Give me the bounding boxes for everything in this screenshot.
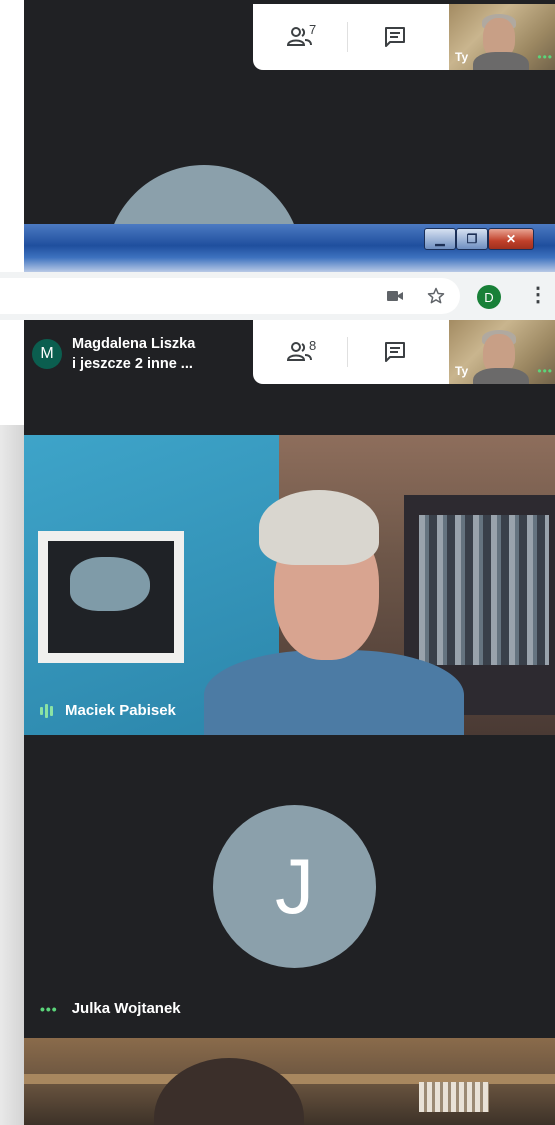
video-feed xyxy=(48,541,174,653)
video-feed xyxy=(419,1082,489,1112)
participants-button[interactable]: 7 xyxy=(253,4,347,70)
address-bar[interactable] xyxy=(0,278,460,314)
participant-name: Maciek Pabisek xyxy=(65,702,176,719)
star-icon[interactable] xyxy=(426,286,446,306)
video-camera-icon[interactable] xyxy=(386,288,404,304)
self-view-image xyxy=(473,368,529,384)
minimize-icon: ▁ xyxy=(435,232,445,246)
meeting-avatar: M xyxy=(32,339,62,369)
self-view-image xyxy=(473,52,529,70)
meeting-title-line1: Magdalena Liszka xyxy=(72,336,196,352)
participant-name-label: Maciek Pabisek xyxy=(40,702,176,719)
self-view-thumbnail[interactable]: Ty ••• xyxy=(449,320,555,384)
participant-avatar xyxy=(106,165,302,228)
maximize-button[interactable]: ❐ xyxy=(456,228,488,250)
speaking-indicator-icon xyxy=(40,703,53,718)
self-view-thumbnail[interactable]: Ty ••• xyxy=(449,4,555,70)
audio-indicator-icon: ••• xyxy=(40,1000,58,1017)
close-button[interactable]: ✕ xyxy=(488,228,534,250)
video-feed xyxy=(154,1058,304,1125)
meet-toolbar: 8 xyxy=(253,320,449,384)
meet-toolbar: 7 xyxy=(253,4,449,70)
participants-count: 7 xyxy=(309,22,317,37)
participants-button[interactable]: 8 xyxy=(253,320,347,384)
meet-window-bottom: M Magdalena Liszka i jeszcze 2 inne ... … xyxy=(24,320,555,1125)
chat-icon xyxy=(385,342,405,362)
background-strip xyxy=(0,0,24,270)
chat-icon xyxy=(385,27,405,47)
participant-avatar: J xyxy=(213,805,376,968)
video-feed xyxy=(204,650,464,735)
video-feed xyxy=(38,531,184,663)
chat-button[interactable] xyxy=(348,4,442,70)
meeting-title-line2: i jeszcze 2 inne ... xyxy=(72,356,193,372)
video-feed xyxy=(70,557,150,611)
participant-video-tile[interactable]: Maciek Pabisek xyxy=(24,435,555,735)
profile-avatar[interactable]: D xyxy=(477,285,501,309)
meet-window-top: 7 Ty ••• xyxy=(24,0,555,228)
self-view-label: Ty xyxy=(455,364,469,378)
meeting-title: Magdalena Liszka i jeszcze 2 inne ... xyxy=(72,334,195,374)
video-feed xyxy=(419,515,549,665)
more-vert-icon[interactable]: ⋮ xyxy=(528,282,548,307)
browser-toolbar: D ⋮ xyxy=(0,272,555,320)
video-feed xyxy=(259,490,379,565)
background-strip xyxy=(0,425,24,1125)
self-view-label: Ty xyxy=(455,50,469,64)
audio-indicator-icon: ••• xyxy=(537,364,553,378)
participant-name-label: ••• Julka Wojtanek xyxy=(40,1000,181,1017)
speaking-bar xyxy=(45,703,48,718)
meeting-avatar-initial: M xyxy=(40,345,54,362)
audio-indicator-icon: ••• xyxy=(537,50,553,64)
profile-initial: D xyxy=(484,289,494,305)
restore-icon: ❐ xyxy=(466,232,478,246)
participant-name: Julka Wojtanek xyxy=(71,1000,181,1017)
participant-initial: J xyxy=(275,842,314,930)
minimize-button[interactable]: ▁ xyxy=(424,228,456,250)
close-icon: ✕ xyxy=(505,232,517,246)
window-titlebar: ▁ ❐ ✕ xyxy=(24,224,555,272)
meeting-info[interactable]: M Magdalena Liszka i jeszcze 2 inne ... xyxy=(24,320,253,388)
speaking-bar xyxy=(40,706,43,715)
participant-video-tile[interactable] xyxy=(24,1038,555,1125)
chat-button[interactable] xyxy=(348,320,442,384)
participants-count: 8 xyxy=(309,338,317,353)
speaking-bar xyxy=(50,705,53,716)
